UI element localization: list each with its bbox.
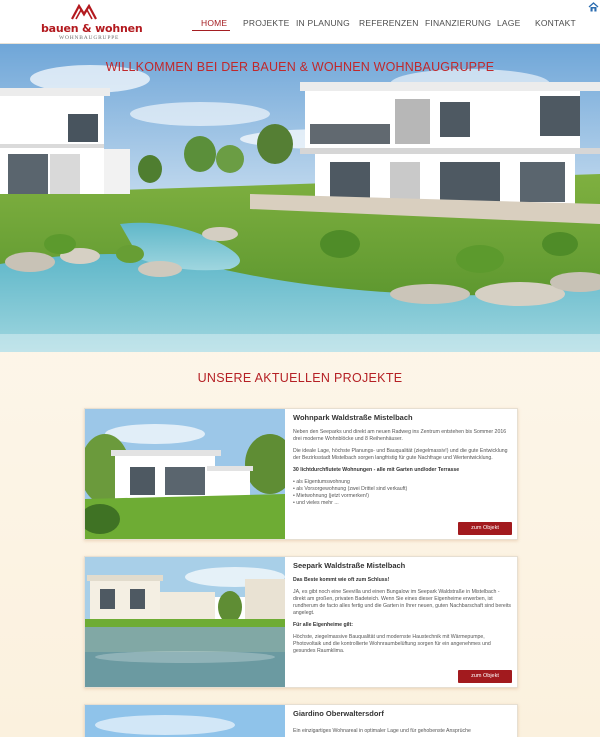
hero-banner: WILLKOMMEN BEI DER BAUEN & WOHNEN WOHNBA…: [0, 44, 600, 352]
nav-home[interactable]: HOME: [201, 18, 227, 28]
project-highlight: Das Beste kommt wie oft zum Schluss!: [293, 577, 390, 583]
project-body: Giardino Oberwaltersdorf Ein einzigartig…: [293, 705, 511, 737]
project-title[interactable]: Giardino Oberwaltersdorf: [293, 709, 511, 718]
project-image[interactable]: [85, 705, 285, 737]
bullet-item: • als Vorsorgewohnung (zwei Drittel sind…: [293, 486, 408, 492]
hero-title: WILLKOMMEN BEI DER BAUEN & WOHNEN WOHNBA…: [105, 60, 495, 74]
brand-name: bauen & wohnen: [41, 22, 143, 35]
project-highlight: Für alle Eigenheime gilt:: [293, 622, 353, 628]
project-body: Seepark Waldstraße Mistelbach Das Beste …: [293, 557, 511, 660]
site-header: bauen & wohnen WOHNBAUGRUPPE HOME PROJEK…: [0, 0, 600, 44]
project-photo: [85, 557, 285, 687]
nav-active-underline: [192, 30, 230, 31]
nav-lage[interactable]: LAGE: [497, 18, 520, 28]
project-paragraph: Ein einzigartiges Wohnareal in optimaler…: [293, 728, 471, 734]
bullet-item: • als Eigentumswohnung: [293, 479, 350, 485]
project-image[interactable]: [85, 557, 285, 687]
nav-finanzierung[interactable]: FINANZIERUNG: [425, 18, 491, 28]
section-title: UNSERE AKTUELLEN PROJEKTE: [197, 371, 403, 385]
project-title[interactable]: Wohnpark Waldstraße Mistelbach: [293, 413, 511, 422]
hero-image: [0, 44, 600, 352]
bullet-item: • und vieles mehr ...: [293, 500, 339, 506]
project-photo: [85, 409, 285, 539]
project-bullet-list: • als Eigentumswohnung • als Vorsorgewoh…: [293, 479, 511, 507]
project-photo: [85, 705, 285, 737]
nav-referenzen[interactable]: REFERENZEN: [359, 18, 419, 28]
project-card[interactable]: Wohnpark Waldstraße Mistelbach Neben den…: [84, 408, 518, 540]
project-description: Ein einzigartiges Wohnareal in optimaler…: [293, 728, 511, 735]
project-paragraph: Die ideale Lage, höchste Planungs- und B…: [293, 448, 508, 461]
nav-kontakt[interactable]: KONTAKT: [535, 18, 576, 28]
bullet-item: • Mietwohnung (jetzt vormerken!): [293, 493, 369, 499]
project-body: Wohnpark Waldstraße Mistelbach Neben den…: [293, 409, 511, 507]
project-highlight: 30 lichtdurchflutete Wohnungen - alle mi…: [293, 467, 460, 473]
project-paragraph: Höchste, ziegelmassive Bauqualität und m…: [293, 634, 491, 654]
project-title[interactable]: Seepark Waldstraße Mistelbach: [293, 561, 511, 570]
project-card[interactable]: Seepark Waldstraße Mistelbach Das Beste …: [84, 556, 518, 688]
project-paragraph: Neben den Seeparks und direkt am neuen R…: [293, 429, 507, 442]
project-card[interactable]: Giardino Oberwaltersdorf Ein einzigartig…: [84, 704, 518, 737]
home-icon[interactable]: [588, 2, 599, 12]
view-project-button[interactable]: zum Objekt: [458, 522, 512, 535]
nav-projekte[interactable]: PROJEKTE: [243, 18, 289, 28]
logo-mark-icon: [71, 3, 97, 20]
project-paragraph: JA, es gibt noch eine Seevilla und einen…: [293, 589, 512, 616]
logo[interactable]: bauen & wohnen WOHNBAUGRUPPE: [34, 3, 143, 43]
nav-in-planung[interactable]: IN PLANUNG: [296, 18, 350, 28]
project-description: Neben den Seeparks und direkt am neuen R…: [293, 429, 511, 507]
project-image[interactable]: [85, 409, 285, 539]
view-project-button[interactable]: zum Objekt: [458, 670, 512, 683]
brand-tagline: WOHNBAUGRUPPE: [59, 35, 120, 41]
project-description: Das Beste kommt wie oft zum Schluss! JA,…: [293, 577, 511, 655]
